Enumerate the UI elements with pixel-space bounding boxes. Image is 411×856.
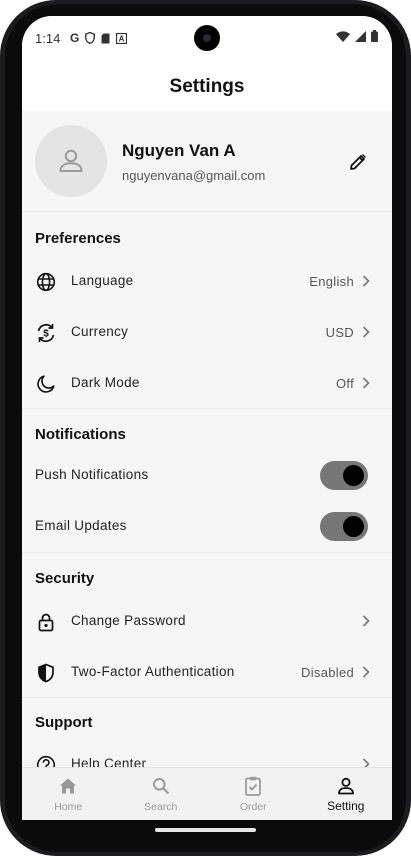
change-password-label: Change Password (71, 613, 186, 628)
home-icon (58, 776, 78, 796)
google-icon: G (70, 31, 80, 45)
nav-search-label: Search (144, 801, 178, 813)
nav-home[interactable]: Home (22, 768, 115, 820)
avatar[interactable] (35, 125, 107, 197)
edit-profile-button[interactable] (344, 148, 372, 176)
status-time: 1:14 (35, 31, 61, 46)
dark-mode-label: Dark Mode (71, 375, 140, 390)
notifications-title: Notifications (35, 426, 126, 443)
sim-icon (101, 33, 110, 43)
shield-icon (35, 662, 57, 684)
chevron-right-icon (362, 615, 370, 627)
pencil-icon (350, 154, 366, 170)
chevron-right-icon (362, 326, 370, 338)
two-factor-value: Disabled (301, 665, 354, 680)
currency-exchange-icon: $ (35, 322, 57, 344)
settings-content[interactable]: Nguyen Van A nguyenvana@gmail.com Prefer… (22, 111, 392, 767)
chevron-right-icon (362, 758, 370, 767)
preferences-title: Preferences (35, 230, 121, 247)
nav-setting[interactable]: Setting (300, 768, 393, 820)
nav-setting-label: Setting (327, 799, 365, 813)
language-row[interactable]: Language English (22, 256, 392, 307)
push-notifications-row: Push Notifications (22, 450, 392, 501)
support-title: Support (35, 714, 93, 731)
currency-value: USD (325, 325, 354, 340)
email-updates-row: Email Updates (22, 501, 392, 552)
chevron-right-icon (362, 666, 370, 678)
profile-email: nguyenvana@gmail.com (122, 168, 266, 183)
search-icon (151, 776, 171, 796)
security-title: Security (35, 570, 95, 587)
bottom-navigation: Home Search Order Setting (22, 767, 392, 820)
globe-icon (35, 271, 57, 293)
clipboard-check-icon (243, 776, 263, 796)
wifi-icon (336, 30, 350, 42)
screen: 1:14 G A Settings Nguyen Van A nguyenvan… (22, 16, 392, 820)
chevron-right-icon (362, 275, 370, 287)
language-value: English (309, 274, 354, 289)
nav-order-label: Order (239, 801, 267, 813)
section-divider (22, 552, 392, 553)
help-center-row[interactable]: Help Center (22, 739, 392, 767)
profile-name: Nguyen Van A (122, 141, 236, 160)
page-title: Settings (169, 76, 245, 97)
person-icon (336, 776, 356, 796)
toggle-knob (343, 465, 364, 486)
push-notifications-label: Push Notifications (35, 467, 149, 482)
help-center-label: Help Center (71, 756, 147, 767)
chevron-right-icon (362, 377, 370, 389)
email-updates-label: Email Updates (35, 518, 127, 533)
status-system-icons (336, 30, 378, 42)
push-notifications-toggle[interactable] (320, 461, 368, 490)
nav-search[interactable]: Search (115, 768, 208, 820)
currency-row[interactable]: $ Currency USD (22, 307, 392, 358)
lock-icon (35, 611, 57, 633)
status-bar: 1:14 G A (22, 16, 392, 60)
status-notification-icons: G A (70, 31, 128, 45)
signal-icon (355, 30, 366, 42)
app-header: Settings (22, 60, 392, 111)
email-updates-toggle[interactable] (320, 512, 368, 541)
person-icon (59, 149, 83, 172)
two-factor-label: Two-Factor Authentication (71, 664, 235, 679)
battery-icon (371, 30, 378, 42)
nav-order[interactable]: Order (207, 768, 300, 820)
change-password-row[interactable]: Change Password (22, 596, 392, 647)
svg-text:$: $ (43, 329, 49, 340)
section-divider (22, 408, 392, 409)
front-camera (194, 25, 220, 51)
svg-text:A: A (119, 34, 125, 43)
language-label: Language (71, 273, 134, 288)
moon-icon (35, 373, 57, 395)
section-divider (22, 697, 392, 698)
toggle-knob (343, 516, 364, 537)
two-factor-row[interactable]: Two-Factor Authentication Disabled (22, 647, 392, 698)
a-box-icon: A (116, 32, 128, 44)
profile-card[interactable]: Nguyen Van A nguyenvana@gmail.com (22, 111, 392, 212)
dark-mode-row[interactable]: Dark Mode Off (22, 358, 392, 409)
dark-mode-value: Off (335, 376, 354, 391)
help-icon (35, 754, 57, 767)
shield-icon (85, 32, 96, 44)
currency-label: Currency (71, 324, 129, 339)
home-indicator[interactable] (155, 828, 256, 832)
nav-home-label: Home (54, 801, 83, 813)
